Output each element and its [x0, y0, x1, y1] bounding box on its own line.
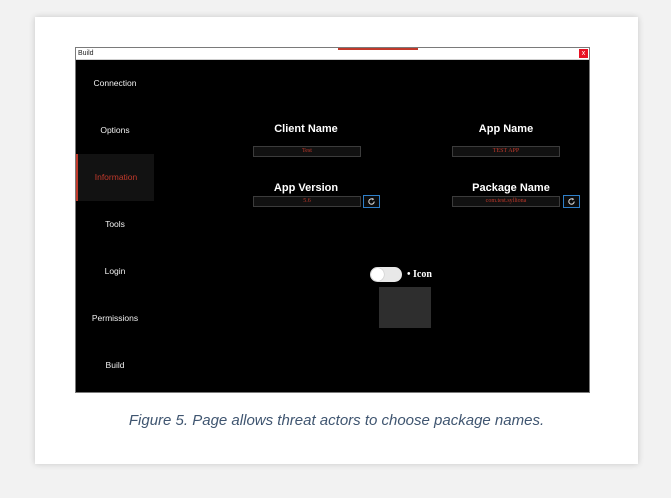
refresh-icon: [568, 197, 575, 205]
app-name-label: App Name: [478, 123, 534, 135]
icon-preview-box[interactable]: [379, 287, 431, 328]
toggle-knob: [371, 268, 384, 281]
app-version-label: App Version: [273, 182, 339, 194]
refresh-icon: [368, 197, 375, 205]
sidebar: Connection Options Information Tools Log…: [76, 60, 154, 392]
client-name-field[interactable]: Test: [253, 146, 361, 157]
sidebar-item-build[interactable]: Build: [76, 342, 154, 389]
package-name-field[interactable]: com.test.sylliona: [452, 196, 560, 207]
title-bar: Build x: [76, 48, 589, 60]
package-name-refresh-button[interactable]: [563, 195, 580, 208]
titlebar-accent-line: [338, 48, 418, 50]
sidebar-item-options[interactable]: Options: [76, 107, 154, 154]
sidebar-item-permissions[interactable]: Permissions: [76, 295, 154, 342]
window-title: Build: [78, 50, 94, 57]
close-icon[interactable]: x: [579, 49, 588, 58]
app-version-refresh-button[interactable]: [363, 195, 380, 208]
sidebar-item-connection[interactable]: Connection: [76, 60, 154, 107]
sidebar-item-information[interactable]: Information: [76, 154, 154, 201]
information-panel: Client Name Test App Name TEST APP App V…: [154, 60, 589, 392]
client-name-label: Client Name: [274, 123, 338, 135]
app-name-field[interactable]: TEST APP: [452, 146, 560, 157]
figure-caption: Figure 5. Page allows threat actors to c…: [128, 412, 545, 429]
app-version-field[interactable]: 5.6: [253, 196, 361, 207]
icon-toggle[interactable]: [370, 267, 402, 282]
sidebar-item-login[interactable]: Login: [76, 248, 154, 295]
package-name-label: Package Name: [472, 182, 550, 194]
sidebar-item-tools[interactable]: Tools: [76, 201, 154, 248]
icon-toggle-label: • Icon: [407, 269, 432, 280]
build-window: Build x Connection Options Information T…: [75, 47, 590, 393]
